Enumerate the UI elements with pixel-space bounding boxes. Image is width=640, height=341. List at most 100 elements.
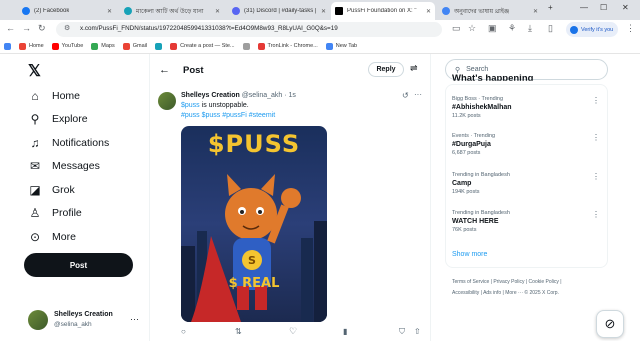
tab-x-active[interactable]: PussFi Foundation on X: " ✕ bbox=[331, 2, 435, 20]
bookmark-steemit[interactable]: Create a post — Ste... bbox=[170, 42, 235, 50]
sidepanel-icon[interactable]: ▯ bbox=[548, 23, 553, 34]
back-arrow-icon[interactable]: ← bbox=[159, 64, 170, 76]
site-info-icon[interactable]: ⚙ bbox=[64, 24, 70, 32]
like-icon[interactable]: ♡ bbox=[289, 326, 297, 337]
trend-item[interactable]: Bigg Boss · Trending #AbhishekMalhan 11.… bbox=[452, 96, 604, 119]
footer-sep: | bbox=[480, 290, 482, 296]
bookmark-label: Home bbox=[29, 43, 44, 49]
sidebar-item-notifications[interactable]: ♫ Notifications bbox=[28, 136, 110, 150]
bookmark-site[interactable] bbox=[155, 42, 163, 50]
close-icon[interactable]: ✕ bbox=[426, 8, 431, 15]
cookie-link[interactable]: Cookie Policy bbox=[529, 279, 559, 285]
more-link[interactable]: More ··· bbox=[505, 290, 523, 296]
filter-settings-icon[interactable]: ⇌ bbox=[410, 63, 418, 74]
account-name: Shelleys Creation bbox=[54, 311, 113, 318]
x-logo-icon[interactable]: 𝕏 bbox=[28, 61, 41, 81]
accessibility-link[interactable]: Accessibility bbox=[452, 290, 479, 296]
maximize-icon[interactable]: ☐ bbox=[600, 3, 607, 12]
downloads-icon[interactable]: ⤓ bbox=[528, 23, 532, 34]
menu-kebab-icon[interactable]: ⋮ bbox=[626, 23, 635, 34]
account-handle: @selina_akh bbox=[54, 321, 92, 328]
bookmark-youtube[interactable]: YouTube bbox=[51, 42, 83, 50]
grok-icon: ◪ bbox=[29, 183, 41, 197]
discord-icon bbox=[232, 7, 240, 15]
site-icon bbox=[242, 42, 250, 50]
bookmark-gmail[interactable]: Gmail bbox=[122, 42, 147, 50]
privacy-link[interactable]: Privacy Policy bbox=[493, 279, 524, 285]
cast-icon[interactable]: ▭ bbox=[452, 23, 461, 34]
tab-discord[interactable]: (31) Discord | #daily-tasks | ✕ bbox=[228, 2, 330, 20]
sidebar-item-more[interactable]: ⊙ More bbox=[28, 230, 76, 244]
x-logo-icon bbox=[335, 7, 343, 15]
trends-section-title: What's happening bbox=[452, 73, 534, 84]
close-icon[interactable]: ✕ bbox=[321, 8, 326, 15]
more-icon[interactable]: ··· bbox=[414, 90, 422, 99]
bookmark-star-icon[interactable]: ☆ bbox=[468, 23, 476, 34]
sidebar-item-home[interactable]: ⌂ Home bbox=[28, 89, 80, 103]
forward-icon[interactable]: → bbox=[22, 23, 31, 33]
post-button[interactable]: Post bbox=[24, 253, 133, 277]
trend-item[interactable]: Trending in Bangladesh Camp 194K posts ⋮ bbox=[452, 172, 604, 195]
more-icon[interactable]: ⋮ bbox=[592, 96, 600, 105]
bookmark-newtab[interactable]: New Tab bbox=[325, 42, 357, 50]
sidebar-item-explore[interactable]: ⚲ Explore bbox=[28, 112, 88, 126]
footer-sep: | bbox=[525, 279, 528, 285]
new-tab-icon bbox=[325, 42, 333, 50]
extensions-puzzle-icon[interactable]: ⚘ bbox=[508, 23, 516, 34]
close-icon[interactable]: ✕ bbox=[107, 8, 112, 15]
back-icon[interactable]: ← bbox=[6, 23, 15, 33]
share-icon[interactable]: ⇧ bbox=[414, 327, 421, 336]
close-window-icon[interactable]: ✕ bbox=[622, 3, 629, 12]
minimize-icon[interactable]: — bbox=[580, 3, 588, 12]
verify-label: Verify it's you bbox=[581, 26, 614, 33]
site-icon bbox=[124, 7, 132, 15]
views-icon[interactable]: ▮ bbox=[343, 327, 347, 336]
terms-link[interactable]: Terms of Service bbox=[452, 279, 489, 285]
sidebar-item-profile[interactable]: ♙ Profile bbox=[28, 206, 82, 220]
account-switcher[interactable]: Shelleys Creation @selina_akh ··· bbox=[28, 310, 148, 332]
trend-name: #DurgaPuja bbox=[452, 141, 491, 148]
tweet-header: Shelleys Creation @selina_akh · 1s bbox=[181, 92, 296, 99]
tweet-author[interactable]: Shelleys Creation bbox=[181, 92, 240, 99]
tab-facebook[interactable]: (2) Facebook ✕ bbox=[18, 2, 116, 20]
reload-icon[interactable]: ↻ bbox=[38, 23, 46, 34]
new-tab-icon[interactable]: + bbox=[548, 3, 553, 12]
more-icon[interactable]: ⋮ bbox=[592, 133, 600, 142]
hashtag-links[interactable]: #puss $puss #pussFi #steemit bbox=[181, 112, 275, 119]
avatar[interactable] bbox=[158, 92, 176, 110]
trend-item[interactable]: Trending in Bangladesh WATCH HERE 76K po… bbox=[452, 210, 604, 233]
close-icon[interactable]: ✕ bbox=[215, 8, 220, 15]
tweet-image[interactable]: S $PUSS $ REAL bbox=[181, 126, 327, 322]
tweet-time[interactable]: 1s bbox=[289, 92, 296, 99]
sidebar-item-grok[interactable]: ◪ Grok bbox=[28, 183, 74, 197]
extension-icon[interactable]: ▣ bbox=[488, 23, 497, 34]
sidebar-item-messages[interactable]: ✉ Messages bbox=[28, 159, 100, 173]
trend-item[interactable]: Events · Trending #DurgaPuja 6,687 posts… bbox=[452, 133, 604, 156]
retweet-icon[interactable]: ⇅ bbox=[235, 327, 242, 336]
tab-bangla-site[interactable]: মাকেলা আটি অর্থ উড়ে যানা ✕ bbox=[120, 2, 224, 20]
more-icon[interactable]: ··· bbox=[130, 314, 139, 324]
bookmark-home[interactable]: Home bbox=[19, 42, 44, 50]
reply-button[interactable]: Reply bbox=[368, 62, 404, 77]
bookmark-tronlink[interactable]: TronLink - Chrome... bbox=[257, 42, 318, 50]
tab-translate[interactable]: অনুবাদের ভাষায় থ্রাইঞ্জ ✕ bbox=[438, 2, 542, 20]
cashtag-link[interactable]: $puss bbox=[181, 102, 200, 109]
bookmark-icon[interactable]: ⛉ bbox=[399, 327, 405, 337]
tweet-handle[interactable]: @selina_akh bbox=[242, 92, 283, 99]
ads-info-link[interactable]: Ads info bbox=[483, 290, 501, 296]
verify-button[interactable]: Verify it's you bbox=[566, 22, 618, 37]
grok-icon[interactable]: ⊘ bbox=[596, 310, 624, 338]
url-text: x.com/PussFi_FNDN/status/197220485994133… bbox=[80, 25, 338, 32]
more-icon[interactable]: ⋮ bbox=[592, 210, 600, 219]
more-icon[interactable]: ⋮ bbox=[592, 172, 600, 181]
reply-label: Reply bbox=[376, 66, 396, 73]
bookmark-maps[interactable]: Maps bbox=[91, 42, 115, 50]
bookmark-misc[interactable] bbox=[242, 42, 250, 50]
reply-icon[interactable]: ○ bbox=[181, 327, 186, 336]
close-icon[interactable]: ✕ bbox=[533, 8, 538, 15]
address-bar[interactable]: ⚙ x.com/PussFi_FNDN/status/1972204859941… bbox=[56, 22, 442, 37]
show-more-link[interactable]: Show more bbox=[452, 251, 487, 258]
grok-analyze-icon[interactable]: ↺ bbox=[402, 91, 409, 100]
bookmark-apps[interactable] bbox=[4, 42, 11, 50]
svg-text:S: S bbox=[248, 254, 256, 267]
